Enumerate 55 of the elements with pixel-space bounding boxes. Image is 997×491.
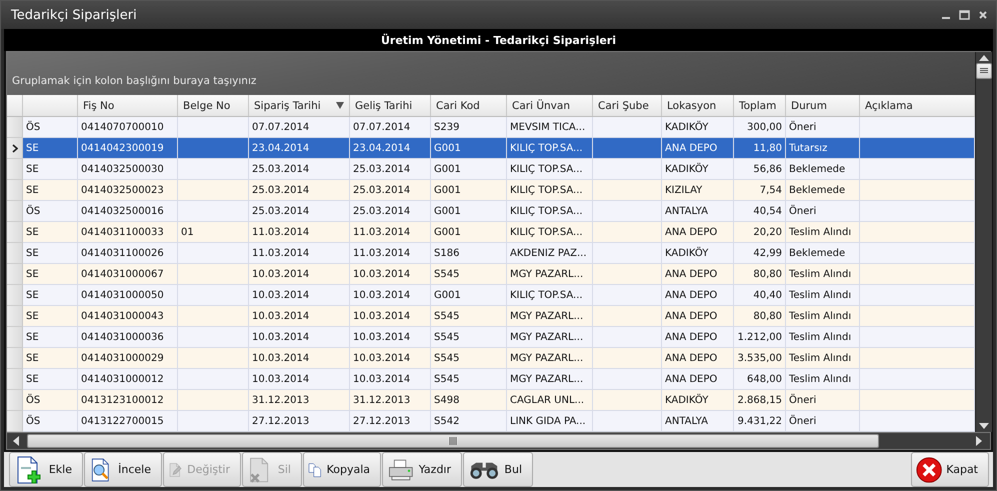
table-row[interactable]: SE 0414031100033 01 11.03.2014 11.03.2014 G001 KILIÇ TOP.SA... ANA DEPO 20,20 Teslim Alındı: [7, 222, 975, 243]
toolbar-button[interactable]: Ekle: [9, 452, 83, 487]
window-title: Tedarikçi Siparişleri: [11, 8, 137, 22]
row-indicator[interactable]: [7, 138, 23, 159]
close-button[interactable]: Kapat: [911, 452, 989, 487]
table-row[interactable]: SE 0414031000036 10.03.2014 10.03.2014 S545 MGY PAZARL... ANA DEPO 1.212,00 Teslim Alındı: [7, 327, 975, 348]
column-header[interactable]: Sipariş Tarihi: [249, 95, 350, 116]
table-row[interactable]: SE 0414031000029 10.03.2014 10.03.2014 S545 MGY PAZARL... ANA DEPO 3.535,00 Teslim Alındı: [7, 348, 975, 369]
table-row[interactable]: SE 0414031000012 10.03.2014 10.03.2014 S545 MGY PAZARL... ANA DEPO 648,00 Teslim Alındı: [7, 369, 975, 390]
table-row[interactable]: ÖS 0413123100012 31.12.2013 31.12.2013 S498 CAGLAR UNL... KADIKÖY 2.868,15 Öneri: [7, 390, 975, 411]
sort-icon: [336, 102, 344, 109]
column-header[interactable]: Cari Ünvan: [507, 95, 593, 116]
scrollbar-thumb[interactable]: [976, 63, 992, 79]
table-row[interactable]: SE 0414032500023 25.03.2014 25.03.2014 G001 KILIÇ TOP.SA... KIZILAY 7,54 Beklemede: [7, 180, 975, 201]
current-row-icon: [12, 144, 18, 152]
toolbar-button[interactable]: Yazdır: [382, 452, 462, 487]
table-cell: 27.12.2013: [350, 411, 431, 432]
toolbar-button[interactable]: Bul: [463, 452, 533, 487]
column-header[interactable]: Toplam: [734, 95, 786, 116]
maximize-icon[interactable]: [959, 10, 970, 20]
column-header[interactable]: Fiş No: [78, 95, 178, 116]
table-row[interactable]: SE 0414042300019 23.04.2014 23.04.2014 G001 KILIÇ TOP.SA... ANA DEPO 11,80 Tutarsız: [7, 138, 975, 159]
banner-title: Üretim Yönetimi - Tedarikçi Siparişleri: [4, 29, 993, 51]
toolbar-button[interactable]: Kopyala: [303, 452, 381, 487]
table-row[interactable]: SE 0414031000050 10.03.2014 10.03.2014 G001 KILIÇ TOP.SA... ANA DEPO 40,40 Teslim Alındı: [7, 285, 975, 306]
table-cell: [593, 411, 662, 432]
column-header[interactable]: Durum: [786, 95, 860, 116]
close-icon[interactable]: [978, 10, 988, 20]
table-row[interactable]: ÖS 0414070700010 07.07.2014 07.07.2014 S239 MEVSIM TICA... KADIKÖY 300,00 Öneri: [7, 117, 975, 138]
column-header[interactable]: Geliş Tarihi: [350, 95, 431, 116]
column-header[interactable]: Lokasyon: [662, 95, 734, 116]
table-row[interactable]: SE 0414031000067 10.03.2014 10.03.2014 S545 MGY PAZARL... ANA DEPO 80,80 Teslim Alındı: [7, 264, 975, 285]
table-row[interactable]: SE 0414032500030 25.03.2014 25.03.2014 G001 KILIÇ TOP.SA... KADIKÖY 56,86 Beklemede: [7, 159, 975, 180]
column-header[interactable]: Belge No: [178, 95, 249, 116]
table-cell: ANTALYA: [662, 411, 734, 432]
table-cell: 27.12.2013: [249, 411, 350, 432]
scroll-down-icon[interactable]: [979, 423, 989, 429]
group-hint: Gruplamak için kolon başlığını buraya taşıyınız: [12, 75, 256, 87]
scroll-up-icon[interactable]: [979, 55, 989, 61]
column-header[interactable]: Cari Kod: [431, 95, 507, 116]
table-cell: 0413122700015: [78, 411, 178, 432]
table-cell: Öneri: [786, 411, 860, 432]
column-header[interactable]: Cari Şube: [593, 95, 662, 116]
table-cell: LINK GIDA PA...: [507, 411, 593, 432]
table-row[interactable]: SE 0414031100026 11.03.2014 11.03.2014 S186 AKDENIZ PAZ... KADIKÖY 42,99 Beklemede: [7, 243, 975, 264]
table-cell: ÖS: [23, 411, 78, 432]
table-row[interactable]: ÖS 0413122700015 27.12.2013 27.12.2013 S542 LINK GIDA PA... ANTALYA 9.431,22 Öneri: [7, 411, 975, 432]
close-icon: [916, 454, 942, 484]
toolbar-button[interactable]: İncele: [84, 452, 162, 487]
table-cell: S542: [431, 411, 507, 432]
table-row[interactable]: ÖS 0414032500016 25.03.2014 25.03.2014 G001 KILIÇ TOP.SA... ANTALYA 40,54 Öneri: [7, 201, 975, 222]
horizontal-scrollbar-thumb[interactable]: [27, 434, 879, 448]
table-row[interactable]: SE 0414031000043 10.03.2014 10.03.2014 S545 MGY PAZARL... ANA DEPO 80,80 Teslim Alındı: [7, 306, 975, 327]
table-cell: 9.431,22: [734, 411, 786, 432]
table-cell: [178, 411, 249, 432]
